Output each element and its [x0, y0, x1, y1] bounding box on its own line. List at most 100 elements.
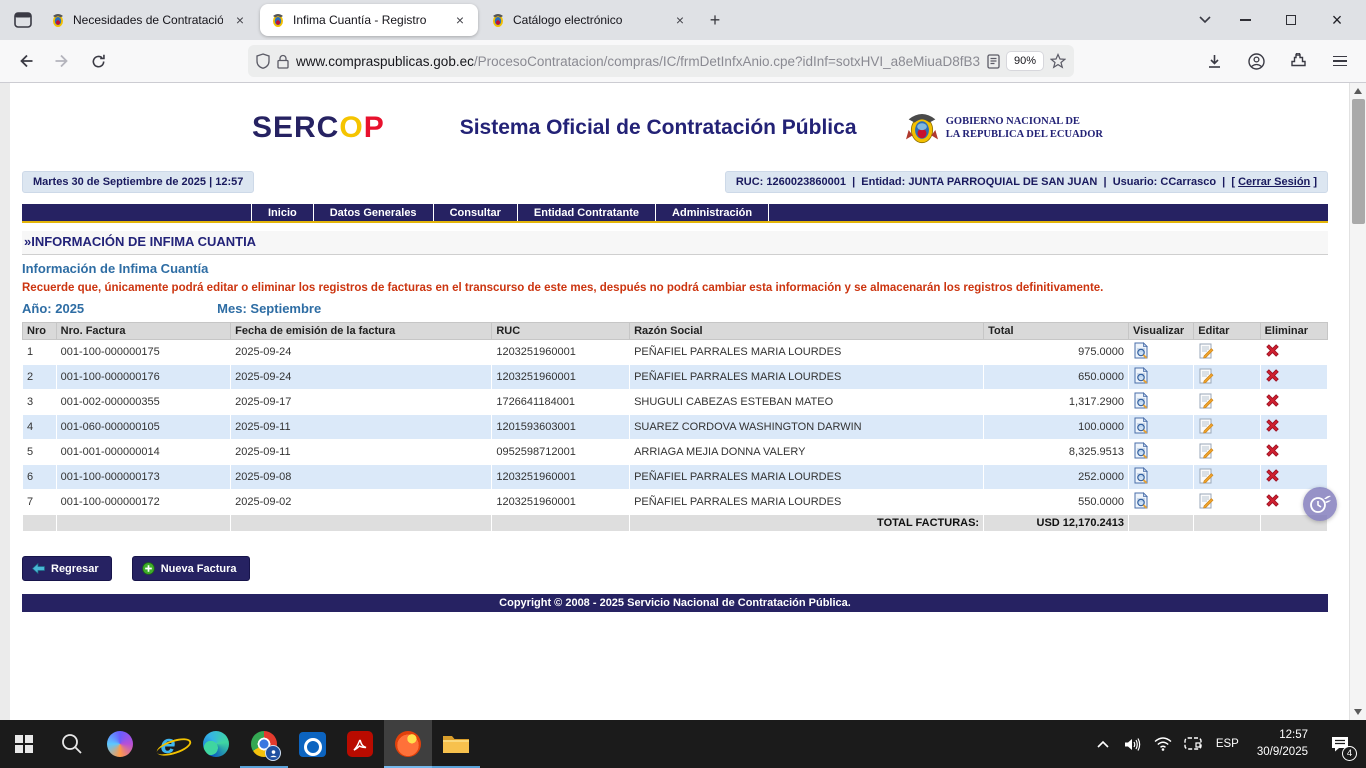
eliminar-icon[interactable]	[1265, 493, 1280, 508]
reader-mode-icon[interactable]	[987, 54, 1000, 69]
maximize-button[interactable]	[1268, 0, 1314, 40]
nueva-factura-button[interactable]: Nueva Factura	[132, 556, 250, 581]
tab-close-icon[interactable]: ×	[670, 10, 690, 30]
taskbar-time: 12:57	[1257, 727, 1308, 744]
notification-count-badge: 4	[1342, 746, 1357, 761]
cell-nro: 7	[23, 490, 57, 515]
notifications-icon[interactable]: 4	[1320, 720, 1360, 768]
status-row: Martes 30 de Septiembre de 2025 | 12:57 …	[22, 171, 1328, 193]
visualizar-icon[interactable]	[1133, 367, 1150, 384]
url-bar[interactable]: www.compraspublicas.gob.ec/ProcesoContra…	[248, 45, 1074, 77]
reload-icon[interactable]	[82, 45, 114, 77]
tab-necesidades[interactable]: Necesidades de Contratación y ×	[40, 4, 258, 36]
nav-item-entidad-contratante[interactable]: Entidad Contratante	[518, 204, 656, 221]
visualizar-icon[interactable]	[1133, 392, 1150, 409]
zoom-level-chip[interactable]: 90%	[1007, 52, 1043, 70]
scrollbar-thumb[interactable]	[1352, 99, 1365, 224]
cell-fecha: 2025-09-11	[231, 440, 492, 465]
nav-item-administracion[interactable]: Administración	[656, 204, 769, 221]
tab-close-icon[interactable]: ×	[230, 10, 250, 30]
ecuador-emblem-favicon	[490, 12, 506, 28]
editar-icon[interactable]	[1198, 468, 1214, 484]
tab-close-icon[interactable]: ×	[450, 10, 470, 30]
eliminar-icon[interactable]	[1265, 443, 1280, 458]
extensions-icon[interactable]	[1282, 45, 1314, 77]
firefox-icon[interactable]	[384, 720, 432, 768]
virtual-desktop-icon[interactable]	[1180, 720, 1206, 768]
tab-infima-cuantia[interactable]: Infima Cuantía - Registro ×	[260, 4, 478, 36]
eliminar-icon[interactable]	[1265, 393, 1280, 408]
forward-icon[interactable]	[46, 45, 78, 77]
cell-total: 252.0000	[984, 465, 1129, 490]
cell-ruc: 1726641184001	[492, 390, 630, 415]
eliminar-icon[interactable]	[1265, 418, 1280, 433]
menu-icon[interactable]	[1324, 45, 1356, 77]
search-button[interactable]	[48, 720, 96, 768]
cell-fecha: 2025-09-24	[231, 365, 492, 390]
bookmark-star-icon[interactable]	[1050, 53, 1066, 69]
volume-icon[interactable]	[1120, 720, 1146, 768]
firefox-view-icon[interactable]	[6, 5, 40, 35]
close-window-button[interactable]: ×	[1314, 0, 1360, 40]
copilot-icon[interactable]	[96, 720, 144, 768]
acrobat-icon[interactable]	[336, 720, 384, 768]
editar-icon[interactable]	[1198, 368, 1214, 384]
sercop-logo: SERCOP	[252, 111, 385, 145]
language-indicator[interactable]: ESP	[1210, 738, 1245, 750]
lock-icon[interactable]	[277, 54, 289, 69]
scroll-up-icon[interactable]	[1350, 83, 1366, 99]
list-all-tabs-icon[interactable]	[1188, 5, 1222, 35]
tab-catalogo[interactable]: Catálogo electrónico ×	[480, 4, 698, 36]
cell-razon-social: PEÑAFIEL PARRALES MARIA LOURDES	[630, 465, 984, 490]
datetime-chip: Martes 30 de Septiembre de 2025 | 12:57	[22, 171, 254, 193]
site-footer: Copyright © 2008 - 2025 Servicio Naciona…	[22, 594, 1328, 612]
scroll-down-icon[interactable]	[1350, 704, 1366, 720]
taskbar-date: 30/9/2025	[1257, 744, 1308, 761]
editar-icon[interactable]	[1198, 493, 1214, 509]
cell-total: 8,325.9513	[984, 440, 1129, 465]
taskbar-clock[interactable]: 12:57 30/9/2025	[1249, 727, 1316, 762]
internet-explorer-icon[interactable]: e	[144, 720, 192, 768]
chrome-icon[interactable]	[240, 720, 288, 768]
tab-bar: Necesidades de Contratación y × Infima C…	[0, 0, 1366, 40]
visualizar-icon[interactable]	[1133, 342, 1150, 359]
logout-link[interactable]: Cerrar Sesión	[1238, 176, 1310, 188]
outlook-icon[interactable]	[288, 720, 336, 768]
account-icon[interactable]	[1240, 45, 1272, 77]
wifi-icon[interactable]	[1150, 720, 1176, 768]
cell-razon-social: PEÑAFIEL PARRALES MARIA LOURDES	[630, 340, 984, 365]
minimize-button[interactable]	[1222, 0, 1268, 40]
tracking-shield-icon[interactable]	[256, 53, 270, 69]
editar-icon[interactable]	[1198, 418, 1214, 434]
visualizar-icon[interactable]	[1133, 492, 1150, 509]
start-button[interactable]	[0, 720, 48, 768]
eliminar-icon[interactable]	[1265, 343, 1280, 358]
cell-nro: 5	[23, 440, 57, 465]
eliminar-icon[interactable]	[1265, 468, 1280, 483]
visualizar-icon[interactable]	[1133, 442, 1150, 459]
vertical-scrollbar[interactable]	[1349, 83, 1366, 720]
nav-item-consultar[interactable]: Consultar	[434, 204, 518, 221]
eliminar-icon[interactable]	[1265, 368, 1280, 383]
regresar-button[interactable]: Regresar	[22, 556, 112, 581]
new-tab-button[interactable]: +	[700, 5, 730, 35]
cell-factura: 001-001-000000014	[56, 440, 230, 465]
visualizar-icon[interactable]	[1133, 467, 1150, 484]
nav-item-datos-generales[interactable]: Datos Generales	[314, 204, 434, 221]
nav-item-inicio[interactable]: Inicio	[252, 204, 314, 221]
tray-chevron-icon[interactable]	[1090, 720, 1116, 768]
edge-icon[interactable]	[192, 720, 240, 768]
editar-icon[interactable]	[1198, 443, 1214, 459]
editar-icon[interactable]	[1198, 343, 1214, 359]
back-icon[interactable]	[10, 45, 42, 77]
chrome-profile-badge	[265, 745, 281, 761]
downloads-icon[interactable]	[1198, 45, 1230, 77]
url-text[interactable]: www.compraspublicas.gob.ec/ProcesoContra…	[296, 54, 980, 69]
floating-timer-widget[interactable]	[1303, 487, 1337, 521]
editar-icon[interactable]	[1198, 393, 1214, 409]
cell-factura: 001-100-000000173	[56, 465, 230, 490]
visualizar-icon[interactable]	[1133, 417, 1150, 434]
invoice-row: 4001-060-0000001052025-09-11120159360300…	[23, 415, 1328, 440]
file-explorer-icon[interactable]	[432, 720, 480, 768]
cell-ruc: 1201593603001	[492, 415, 630, 440]
